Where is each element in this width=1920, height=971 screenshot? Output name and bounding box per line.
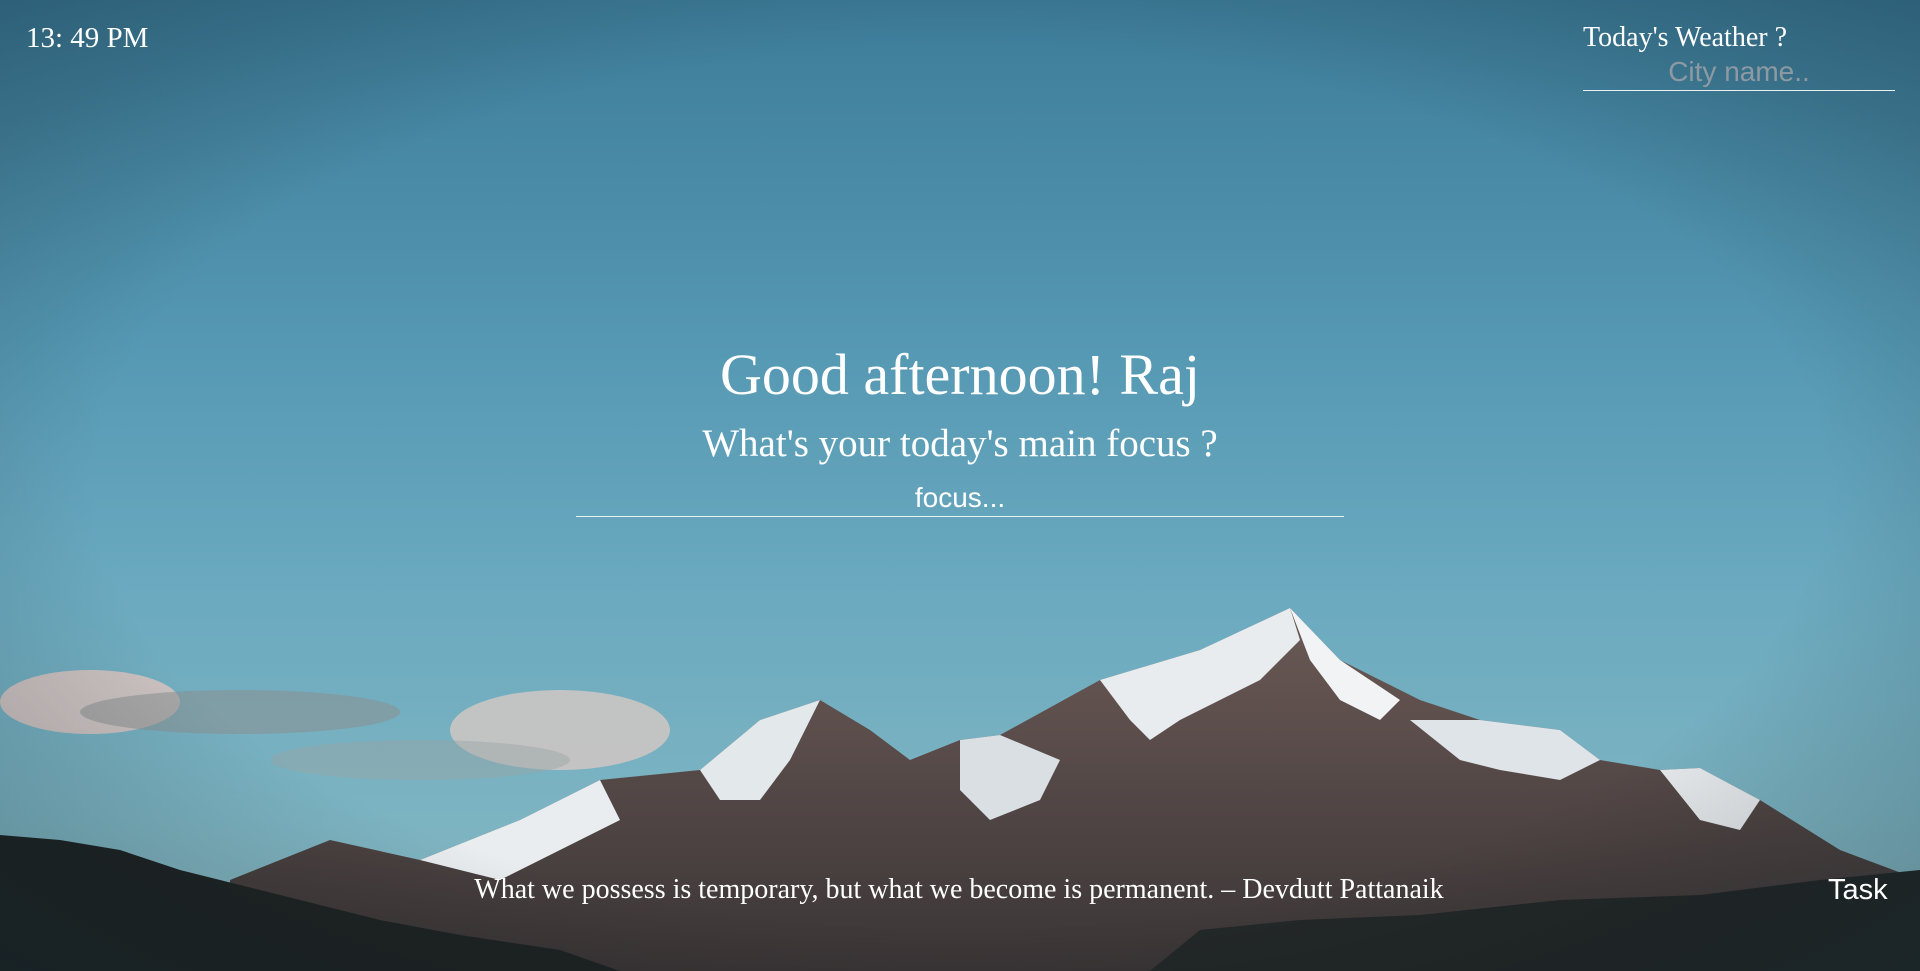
focus-section: Good afternoon! Raj What's your today's …: [0, 336, 1920, 517]
weather-widget: Today's Weather ?: [1583, 22, 1895, 91]
city-name-input[interactable]: [1583, 56, 1895, 91]
clock-time: 13: 49 PM: [26, 22, 149, 54]
quote-text: What we possess is temporary, but what w…: [474, 874, 1444, 905]
weather-title: Today's Weather ?: [1583, 22, 1788, 53]
task-button[interactable]: Task: [1828, 874, 1888, 907]
focus-question: What's your today's main focus ?: [702, 422, 1218, 465]
focus-input[interactable]: [576, 482, 1344, 517]
daily-quote: What we possess is temporary, but what w…: [0, 874, 1920, 906]
greeting-heading: Good afternoon! Raj: [720, 342, 1200, 407]
